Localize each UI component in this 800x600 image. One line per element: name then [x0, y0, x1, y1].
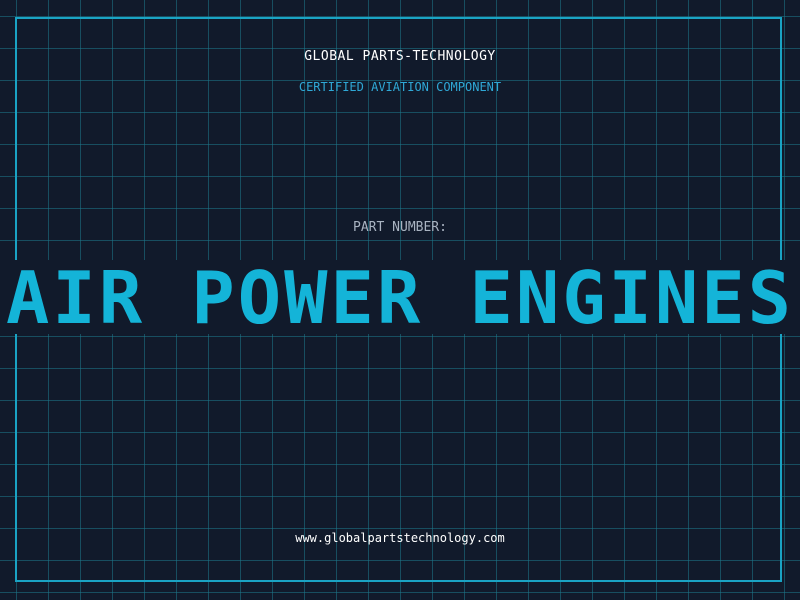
website-url[interactable]: www.globalpartstechnology.com: [0, 531, 800, 545]
part-number-label: PART NUMBER:: [353, 220, 447, 235]
brand-name: GLOBAL PARTS-TECHNOLOGY: [304, 49, 496, 64]
headline-title: AIR POWER ENGINES: [6, 262, 794, 334]
certification-subtitle: CERTIFIED AVIATION COMPONENT: [298, 80, 502, 94]
